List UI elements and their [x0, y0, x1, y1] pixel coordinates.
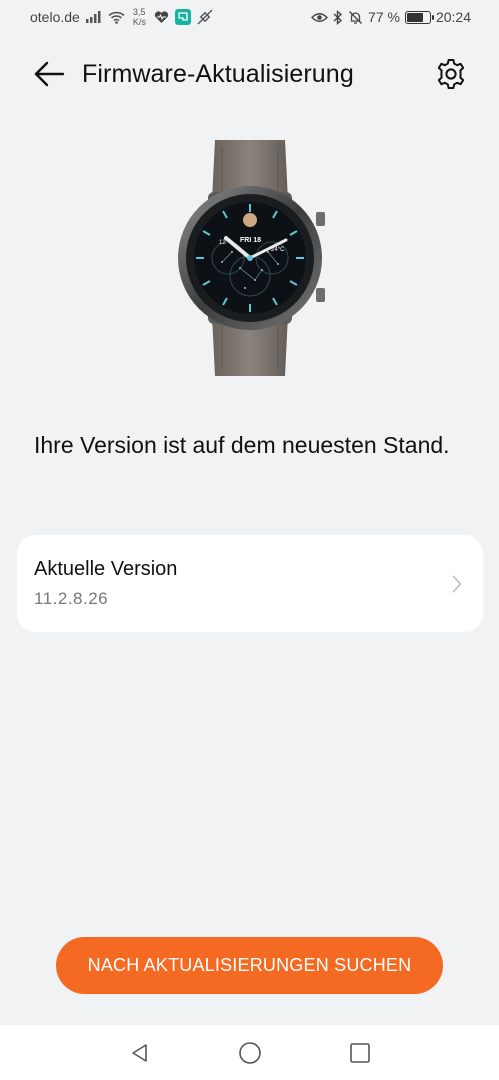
- eye-icon: [311, 12, 329, 23]
- current-version-card[interactable]: Aktuelle Version 11.2.8.26: [17, 535, 483, 632]
- screen: otelo.de 3,5 K/s 77 % 20:24 Firmware-Akt…: [0, 0, 499, 1080]
- battery-level-fill: [406, 12, 424, 22]
- nav-home-button[interactable]: [236, 1039, 264, 1067]
- speed-unit: K/s: [132, 17, 146, 27]
- app-header: Firmware-Aktualisierung: [0, 50, 499, 98]
- watch-image: FRI 18 24°C 12: [170, 140, 330, 380]
- chevron-right-icon: [448, 573, 466, 595]
- nav-recents-button[interactable]: [346, 1039, 374, 1067]
- watch-hour-label: 12: [219, 240, 226, 246]
- check-for-updates-button[interactable]: NACH AKTUALISIERUNGEN SUCHEN: [56, 937, 443, 994]
- battery-percent: 77 %: [368, 9, 400, 25]
- speed-value: 3,5: [132, 7, 146, 17]
- status-left: otelo.de 3,5 K/s: [30, 7, 213, 27]
- nav-back-button[interactable]: [126, 1039, 154, 1067]
- watch-date-label: FRI 18: [240, 237, 261, 244]
- status-right: 77 % 20:24: [311, 9, 471, 25]
- gear-icon: [437, 59, 465, 89]
- system-nav-bar: [0, 1025, 499, 1080]
- version-text-group: Aktuelle Version 11.2.8.26: [34, 558, 177, 609]
- network-speed: 3,5 K/s: [133, 7, 146, 27]
- home-circle-icon: [238, 1041, 261, 1064]
- wifi-icon: [108, 11, 125, 24]
- bell-off-icon: [348, 10, 363, 25]
- version-value: 11.2.8.26: [34, 589, 109, 608]
- arrow-left-icon: [34, 61, 65, 87]
- battery-icon: [404, 10, 434, 24]
- status-bar: otelo.de 3,5 K/s 77 % 20:24: [0, 0, 499, 34]
- clock-time: 20:24: [435, 9, 471, 25]
- back-triangle-icon: [131, 1043, 147, 1062]
- update-status-message: Ihre Version ist auf dem neuesten Stand.: [34, 432, 450, 458]
- page-title: Firmware-Aktualisierung: [82, 59, 354, 88]
- version-label: Aktuelle Version: [34, 558, 178, 580]
- signal-icon: [85, 11, 102, 23]
- settings-button[interactable]: [433, 56, 469, 92]
- health-icon: [154, 10, 169, 24]
- back-button[interactable]: [30, 55, 68, 93]
- bluetooth-icon: [333, 9, 343, 25]
- app-badge-icon: [174, 9, 191, 25]
- carrier-label: otelo.de: [30, 9, 80, 25]
- recents-square-icon: [349, 1042, 370, 1063]
- satellite-icon: [197, 9, 213, 25]
- watch-temp-label: 24°C: [271, 247, 285, 253]
